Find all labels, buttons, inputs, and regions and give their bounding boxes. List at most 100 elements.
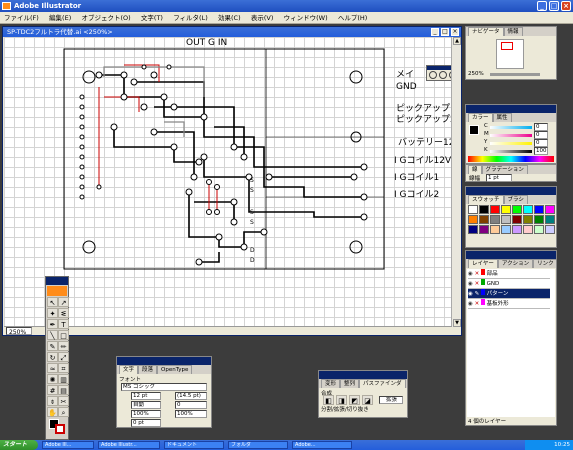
scroll-up-arrow-icon[interactable]: ▲ bbox=[453, 37, 461, 45]
eye-icon[interactable]: ◉ bbox=[468, 291, 473, 297]
color-swatch[interactable] bbox=[545, 205, 555, 214]
kerning-field[interactable]: 自動 bbox=[131, 401, 161, 409]
rotate-tool-icon[interactable]: ↻ bbox=[47, 352, 58, 362]
color-swatch[interactable] bbox=[512, 205, 522, 214]
layer-row-selected[interactable]: ◉ ✎ パターン bbox=[468, 289, 550, 299]
symbol-sprayer-tool-icon[interactable]: ✺ bbox=[47, 374, 58, 384]
color-spectrum-bar[interactable] bbox=[468, 156, 554, 162]
graph-tool-icon[interactable]: ▥ bbox=[58, 374, 69, 384]
tab-navigator[interactable]: ナビゲータ bbox=[468, 27, 504, 36]
doc-maximize-button[interactable]: □ bbox=[441, 28, 449, 36]
baseline-shift-field[interactable]: 0 pt bbox=[131, 419, 161, 427]
vertical-scale-field[interactable]: 100% bbox=[131, 410, 161, 418]
menu-view[interactable]: 表示(V) bbox=[247, 12, 278, 24]
color-swatch[interactable] bbox=[490, 215, 500, 224]
intersect-icon[interactable]: ◩ bbox=[349, 395, 360, 405]
mesh-tool-icon[interactable]: # bbox=[47, 385, 58, 395]
warp-tool-icon[interactable]: ≈ bbox=[47, 363, 58, 373]
magic-wand-tool-icon[interactable]: ✦ bbox=[47, 308, 58, 318]
color-swatch[interactable] bbox=[512, 225, 522, 234]
type-tool-icon[interactable]: T bbox=[58, 319, 69, 329]
taskbar-item[interactable]: Adobe Ill... bbox=[42, 441, 94, 449]
navigator-view-box[interactable] bbox=[501, 42, 513, 50]
lock-icon[interactable]: ✕ bbox=[475, 301, 480, 307]
tab-opentype[interactable]: OpenType bbox=[157, 365, 193, 374]
color-swatch[interactable] bbox=[523, 225, 533, 234]
tab-swatches[interactable]: スウォッチ bbox=[468, 195, 504, 204]
tab-align[interactable]: 整列 bbox=[340, 379, 360, 388]
font-size-field[interactable]: 12 pt bbox=[131, 392, 161, 400]
circle-tool-icon[interactable] bbox=[439, 71, 447, 79]
tab-color[interactable]: カラー bbox=[468, 113, 493, 122]
line-tool-icon[interactable]: ╲ bbox=[47, 330, 58, 340]
artboard-canvas[interactable]: OUT G IN メイ GND ピックアップ1 ピックアップ2 バッテリー12 … bbox=[4, 37, 452, 327]
tab-layers[interactable]: レイヤー bbox=[468, 259, 498, 268]
pencil-tool-icon[interactable]: ✏ bbox=[58, 341, 69, 351]
navigator-zoom[interactable]: 250% bbox=[468, 71, 484, 77]
gradient-tool-icon[interactable]: ▤ bbox=[58, 385, 69, 395]
hand-tool-icon[interactable]: ✋ bbox=[47, 407, 58, 417]
navigator-zoom-slider[interactable] bbox=[490, 73, 540, 76]
taskbar-item[interactable]: Adobe Illustr... bbox=[98, 441, 160, 449]
color-swatch[interactable] bbox=[468, 215, 478, 224]
maximize-button[interactable]: □ bbox=[549, 1, 559, 11]
vertical-scrollbar[interactable]: ▲ ▼ bbox=[451, 37, 461, 327]
close-button[interactable]: × bbox=[561, 1, 571, 11]
rectangle-tool-icon[interactable]: □ bbox=[58, 330, 69, 340]
layer-row[interactable]: ◉ ✕ 部品 bbox=[468, 269, 550, 279]
black-slider[interactable] bbox=[490, 150, 532, 153]
direct-selection-tool-icon[interactable]: ↗ bbox=[58, 297, 69, 307]
color-swatch[interactable] bbox=[490, 205, 500, 214]
eyedropper-tool-icon[interactable]: ⌽ bbox=[47, 396, 58, 406]
color-swatch[interactable] bbox=[512, 215, 522, 224]
tab-links[interactable]: リンク bbox=[533, 259, 556, 268]
circle-tool-icon[interactable] bbox=[429, 71, 437, 79]
paintbrush-tool-icon[interactable]: ✎ bbox=[47, 341, 58, 351]
start-button[interactable]: スタート bbox=[0, 440, 38, 450]
color-swatch[interactable] bbox=[468, 225, 478, 234]
layer-row[interactable]: ◉ ✕ GND bbox=[468, 279, 550, 289]
pen-tool-icon[interactable]: ✒ bbox=[47, 319, 58, 329]
leading-field[interactable]: (14.5 pt) bbox=[175, 392, 207, 400]
color-swatch[interactable] bbox=[523, 215, 533, 224]
tab-brushes[interactable]: ブラシ bbox=[503, 195, 528, 204]
tab-actions[interactable]: アクション bbox=[497, 259, 534, 268]
menu-file[interactable]: ファイル(F) bbox=[0, 12, 43, 24]
color-swatch[interactable] bbox=[501, 225, 511, 234]
color-swatch[interactable] bbox=[501, 205, 511, 214]
menu-type[interactable]: 文字(T) bbox=[137, 12, 167, 24]
menu-effect[interactable]: 効果(C) bbox=[214, 12, 245, 24]
black-value[interactable]: 100 bbox=[534, 147, 548, 155]
expand-button[interactable]: 拡張 bbox=[379, 396, 403, 404]
cyan-value[interactable]: 0 bbox=[534, 123, 548, 131]
tab-gradient[interactable]: グラデーション bbox=[481, 165, 528, 174]
minus-front-icon[interactable]: ◨ bbox=[336, 395, 347, 405]
stroke-weight-field[interactable]: 1 pt bbox=[486, 174, 512, 182]
magenta-value[interactable]: 0 bbox=[534, 131, 548, 139]
color-swatch[interactable] bbox=[468, 205, 478, 214]
eye-icon[interactable]: ◉ bbox=[468, 281, 473, 287]
color-swatch[interactable] bbox=[479, 205, 489, 214]
color-swatch[interactable] bbox=[534, 205, 544, 214]
fill-swatch-icon[interactable] bbox=[469, 125, 479, 135]
cyan-slider[interactable] bbox=[490, 126, 532, 129]
lasso-tool-icon[interactable]: ᓬ bbox=[58, 308, 69, 318]
menu-edit[interactable]: 編集(E) bbox=[45, 12, 75, 24]
tab-character[interactable]: 文字 bbox=[119, 365, 139, 374]
navigator-thumbnail[interactable] bbox=[496, 39, 524, 69]
free-transform-tool-icon[interactable]: ⌗ bbox=[58, 363, 69, 373]
tab-transform[interactable]: 変形 bbox=[321, 379, 341, 388]
tab-stroke[interactable]: 線 bbox=[468, 165, 482, 174]
unite-icon[interactable]: ◧ bbox=[323, 395, 334, 405]
tracking-field[interactable]: 0 bbox=[175, 401, 207, 409]
color-swatch[interactable] bbox=[479, 215, 489, 224]
color-swatch[interactable] bbox=[523, 205, 533, 214]
color-swatch[interactable] bbox=[501, 215, 511, 224]
tab-pathfinder[interactable]: パスファインダ bbox=[359, 379, 406, 388]
taskbar-item[interactable]: Adobe... bbox=[292, 441, 352, 449]
scissors-tool-icon[interactable]: ✂ bbox=[58, 396, 69, 406]
lock-icon[interactable]: ✕ bbox=[475, 281, 480, 287]
color-swatch[interactable] bbox=[479, 225, 489, 234]
eye-icon[interactable]: ◉ bbox=[468, 271, 473, 277]
yellow-slider[interactable] bbox=[490, 142, 532, 145]
